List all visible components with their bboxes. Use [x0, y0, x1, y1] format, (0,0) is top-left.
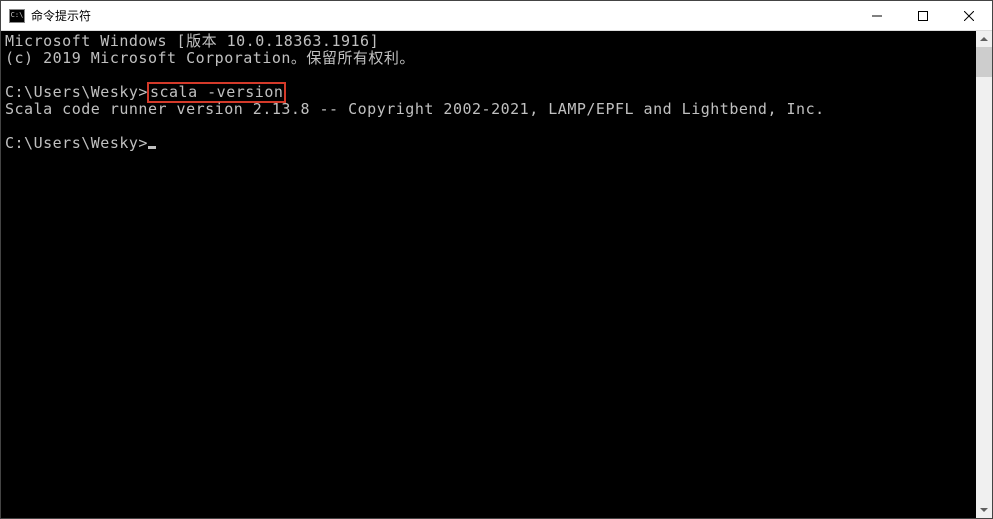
scroll-thumb[interactable]	[976, 47, 992, 77]
close-icon	[964, 11, 974, 21]
output-line: (c) 2019 Microsoft Corporation。保留所有权利。	[5, 49, 415, 67]
scroll-down-button[interactable]	[976, 502, 992, 518]
cursor	[148, 146, 156, 149]
titlebar[interactable]: C:\ 命令提示符	[1, 1, 992, 31]
prompt: C:\Users\Wesky>	[5, 134, 148, 152]
cmd-icon: C:\	[9, 9, 25, 23]
terminal-output[interactable]: Microsoft Windows [版本 10.0.18363.1916] (…	[1, 31, 976, 518]
chevron-up-icon	[980, 37, 988, 41]
terminal-container: Microsoft Windows [版本 10.0.18363.1916] (…	[1, 31, 992, 518]
maximize-icon	[918, 11, 928, 21]
output-line: Scala code runner version 2.13.8 -- Copy…	[5, 100, 825, 118]
window-controls	[854, 1, 992, 30]
maximize-button[interactable]	[900, 1, 946, 30]
cmd-icon-text: C:\	[11, 12, 24, 19]
minimize-button[interactable]	[854, 1, 900, 30]
titlebar-left: C:\ 命令提示符	[1, 7, 91, 24]
vertical-scrollbar[interactable]	[976, 31, 992, 518]
command-prompt-window: C:\ 命令提示符 Microsoft Windows [版本 10.0.183…	[1, 1, 992, 518]
window-title: 命令提示符	[31, 7, 91, 24]
scroll-up-button[interactable]	[976, 31, 992, 47]
minimize-icon	[872, 11, 882, 21]
chevron-down-icon	[980, 508, 988, 512]
command-text: scala -version	[150, 83, 283, 101]
output-line: Microsoft Windows [版本 10.0.18363.1916]	[5, 32, 379, 50]
close-button[interactable]	[946, 1, 992, 30]
prompt: C:\Users\Wesky>	[5, 83, 148, 101]
